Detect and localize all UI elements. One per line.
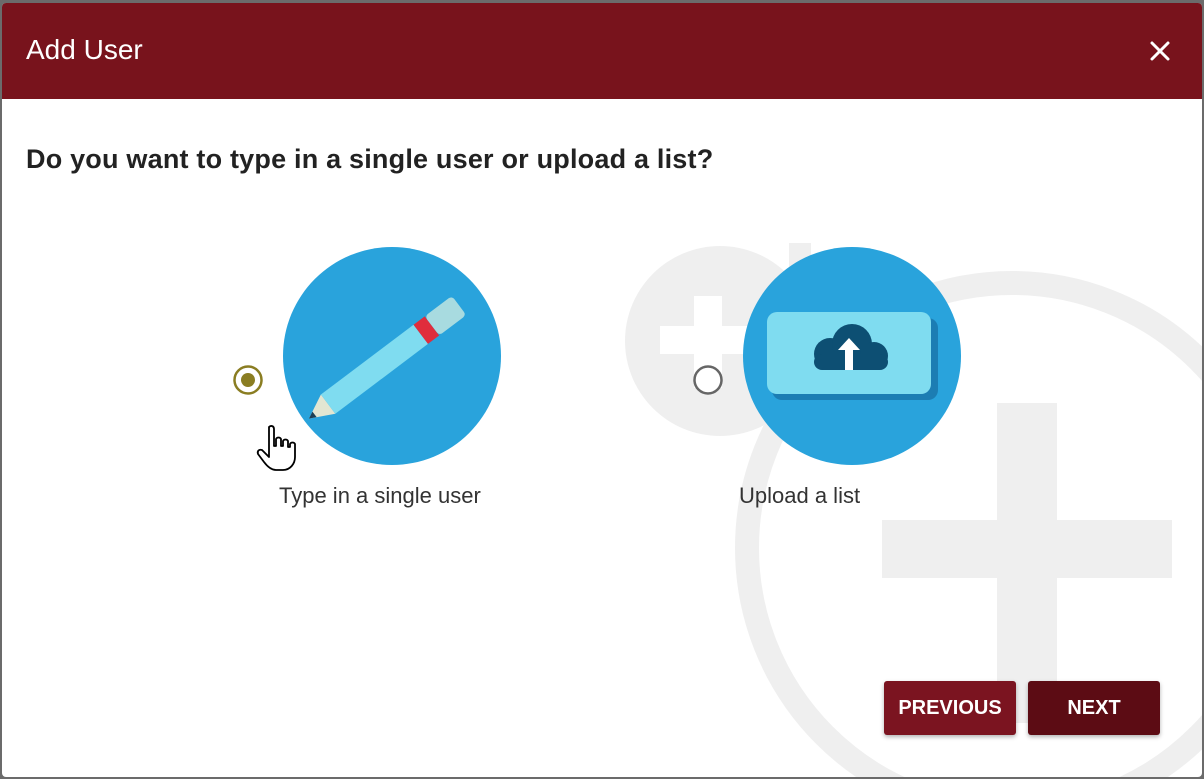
next-button[interactable]: NEXT — [1028, 681, 1160, 735]
close-button[interactable] — [1142, 33, 1178, 69]
add-user-dialog: Add User Do you want to type in a single… — [2, 3, 1202, 777]
radio-single-user[interactable] — [231, 363, 265, 397]
upload-list-label[interactable]: Upload a list — [739, 483, 860, 509]
upload-list-option-image[interactable] — [742, 246, 962, 466]
hand-cursor-icon — [256, 425, 296, 471]
previous-button[interactable]: PREVIOUS — [884, 681, 1016, 735]
cloud-upload-icon — [767, 312, 938, 400]
single-user-option-image[interactable] — [282, 246, 502, 466]
radio-upload-list[interactable] — [691, 363, 725, 397]
close-icon — [1150, 41, 1170, 61]
single-user-label[interactable]: Type in a single user — [279, 483, 481, 509]
background-plus-watermark — [625, 243, 1202, 777]
dialog-header: Add User — [2, 3, 1202, 99]
dialog-title: Add User — [26, 34, 143, 65]
dialog-question: Do you want to type in a single user or … — [26, 144, 714, 174]
